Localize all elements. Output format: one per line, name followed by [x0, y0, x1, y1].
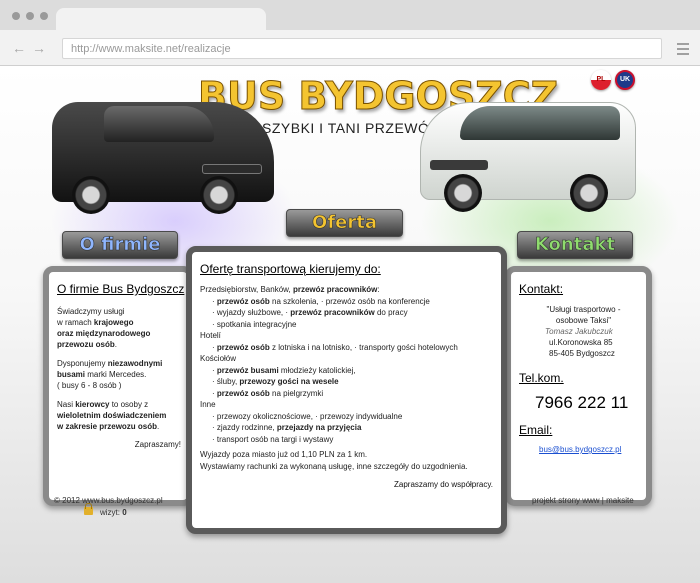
- visit-counter: wizyt: 0: [100, 508, 127, 517]
- offer-invoice-note: Wystawiamy rachunki za wykonaną usługę, …: [200, 461, 468, 471]
- about-text-bold: oraz międzynarodowego: [57, 329, 151, 338]
- street-address: ul.Koronowska 85: [549, 338, 613, 347]
- offer-line: · śluby, przewozy gości na wesele: [212, 377, 339, 386]
- contact-address: "Usługi trasportowo - osobowe Taksi" Tom…: [519, 304, 640, 359]
- browser-chrome: ← → http://www.maksite.net/realizacje: [0, 0, 700, 66]
- offer-closing: Zapraszamy do współpracy.: [394, 480, 493, 489]
- about-panel: O firmie Bus Bydgoszcz Świadczymy usługi…: [43, 266, 193, 506]
- offer-line: Inne: [200, 400, 216, 409]
- forward-arrow-icon[interactable]: →: [32, 40, 46, 56]
- about-text-bold: niezawodnymi: [107, 359, 163, 368]
- dark-van-image: [52, 94, 278, 219]
- about-text-bold: przewozu osób: [57, 340, 115, 349]
- credit-link[interactable]: projekt strony www | maksite: [532, 496, 634, 505]
- about-text-bold: kierowcy: [75, 400, 110, 409]
- about-text: .: [114, 340, 118, 349]
- flag-pl-icon[interactable]: PL: [591, 70, 611, 90]
- copyright-text: © 2012 www.bus.bydgoszcz.pl: [54, 496, 163, 505]
- about-paragraph-1: Świadczymy usługi w ramach krajowego ora…: [57, 306, 181, 350]
- contact-person: Tomasz Jakubczuk: [545, 327, 613, 336]
- email-link[interactable]: bus@bus.bydgoszcz.pl: [519, 445, 640, 454]
- window-controls: [12, 12, 48, 20]
- about-text: to osoby z: [109, 400, 149, 409]
- close-dot[interactable]: [12, 12, 20, 20]
- about-title: O firmie Bus Bydgoszcz: [57, 282, 185, 296]
- email-heading: Email:: [519, 423, 553, 437]
- offer-line: · przewóz osób na szkolenia, · przewóz o…: [212, 296, 430, 306]
- about-paragraph-2: Dysponujemy niezawodnymi busami marki Me…: [57, 358, 181, 391]
- about-text-bold: busami: [57, 370, 86, 379]
- contact-panel: Kontakt: "Usługi trasportowo - osobowe T…: [505, 266, 652, 506]
- about-text: marki Mercedes.: [85, 370, 147, 379]
- page-content: BUS BYDGOSZCZ SZYBKI I TANI PRZEWÓZ OSÓB…: [0, 66, 700, 583]
- about-text: ( busy 6 - 8 osób ): [57, 381, 122, 390]
- contact-heading: Kontakt:: [519, 282, 564, 296]
- about-text-bold: wieloletnim doświadczeniem: [57, 411, 167, 420]
- offer-line: Hotelí: [200, 331, 221, 340]
- offer-list: Przedsiębiorstw, Banków, przewóz pracown…: [200, 284, 493, 445]
- about-text-bold: w zakresie przewozu osób: [57, 422, 158, 431]
- offer-panel: Ofertę transportową kierujemy do: Przeds…: [186, 246, 507, 534]
- offer-line: · spotkania integracyjne: [212, 319, 297, 329]
- visits-label: wizyt:: [100, 508, 123, 517]
- about-text-bold: krajowego: [93, 318, 134, 327]
- about-text: Dysponujemy: [57, 359, 108, 368]
- nav-oferta-button[interactable]: Oferta: [286, 209, 403, 237]
- visits-value: 0: [122, 508, 127, 517]
- city-address: 85-405 Bydgoszcz: [549, 349, 615, 358]
- about-text: Świadczymy usługi: [57, 307, 125, 316]
- offer-price-note: Wyjazdy poza miasto już od 1,10 PLN za 1…: [200, 450, 368, 459]
- flag-uk-icon[interactable]: UK: [615, 70, 635, 90]
- about-paragraph-3: Nasi kierowcy to osoby z wieloletnim doś…: [57, 399, 181, 432]
- offer-line: · transport osób na targi i wystawy: [212, 434, 334, 444]
- company-name-line-1: "Usługi trasportowo -: [546, 305, 621, 314]
- address-bar[interactable]: http://www.maksite.net/realizacje: [62, 38, 662, 59]
- lock-icon: [84, 503, 93, 515]
- about-text: w ramach: [57, 318, 94, 327]
- company-name-line-2: osobowe Taksi": [555, 316, 612, 325]
- menu-icon[interactable]: [677, 43, 689, 58]
- offer-title: Ofertę transportową kierujemy do:: [200, 262, 381, 276]
- offer-line: · przewóz osób z lotniska i na lotnisko,…: [212, 342, 458, 352]
- minimize-dot[interactable]: [26, 12, 34, 20]
- about-closing: Zapraszamy!: [134, 440, 181, 449]
- white-van-image: [420, 96, 640, 216]
- offer-line: · zjazdy rodzinne, przejazdy na przyjęci…: [212, 423, 362, 432]
- nav-kontakt-button[interactable]: Kontakt: [517, 231, 633, 259]
- offer-line: · przewóz osób na pielgrzymki: [212, 388, 324, 398]
- offer-line: Przedsiębiorstw, Banków, przewóz pracown…: [200, 285, 380, 294]
- back-arrow-icon[interactable]: ←: [12, 40, 26, 56]
- offer-line: · przewóz busami młodzieży katolickiej,: [212, 365, 356, 375]
- offer-line: · przewozy okolicznościowe, · przewozy i…: [212, 411, 403, 421]
- maximize-dot[interactable]: [40, 12, 48, 20]
- about-text: .: [157, 422, 160, 431]
- offer-line: Kościołów: [200, 354, 237, 363]
- phone-number: 7966 222 11: [535, 393, 629, 412]
- nav-o-firmie-button[interactable]: O firmie: [62, 231, 178, 259]
- phone-heading: Tel.kom.: [519, 371, 564, 385]
- offer-line: · wyjazdy służbowe, · przewóz pracownikó…: [212, 308, 408, 317]
- about-text: Nasi: [57, 400, 76, 409]
